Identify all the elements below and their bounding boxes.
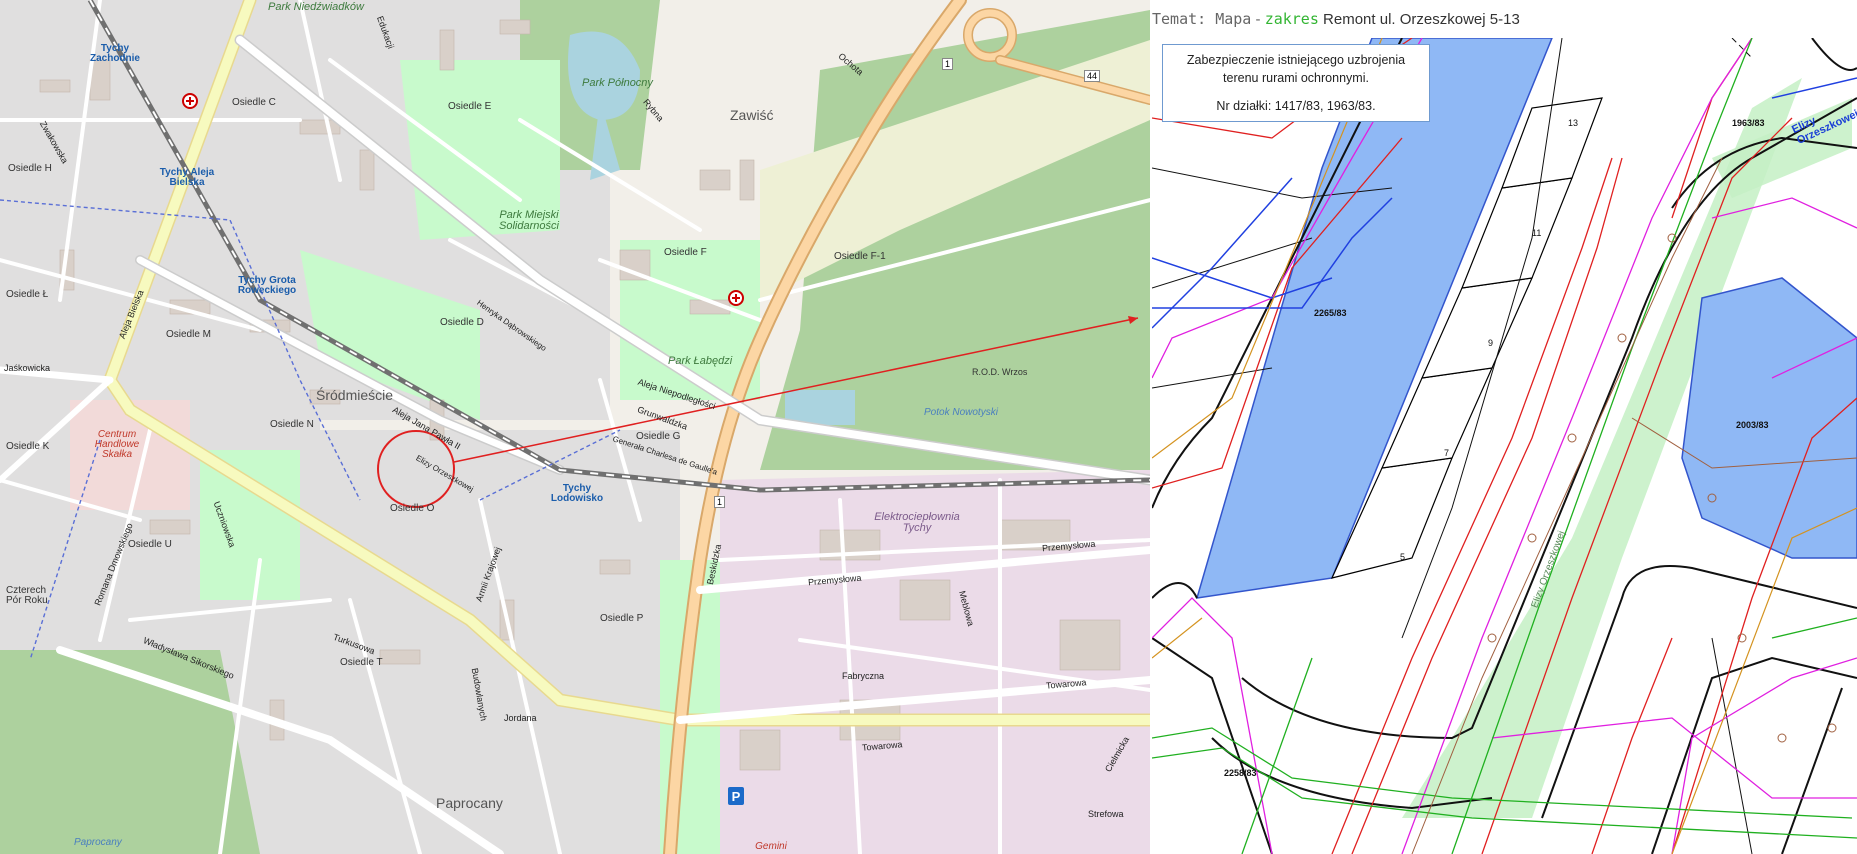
plan-separator: - [1251, 11, 1265, 28]
plan-topic: Temat: Mapa [1152, 10, 1252, 28]
poi-label-rod[interactable]: R.O.D. Wrzos [972, 368, 1027, 377]
map-canvas: P [0, 0, 1150, 854]
park-label-polnocny[interactable]: Park Północny [582, 78, 653, 89]
estate-label-d[interactable]: Osiedle D [440, 318, 484, 328]
plan-header: Temat: Mapa - zakres Remont ul. Orzeszko… [1152, 10, 1520, 32]
park-label-niedzwiadkow[interactable]: Park Niedźwiadków [268, 2, 364, 13]
estate-label-p[interactable]: Osiedle P [600, 614, 643, 624]
estate-label-l[interactable]: Osiedle Ł [6, 290, 48, 300]
estate-label-g[interactable]: Osiedle G [636, 432, 680, 442]
utility-plan-panel[interactable]: Temat: Mapa - zakres Remont ul. Orzeszko… [1152, 0, 1857, 854]
plan-info-box: Zabezpieczenie istniejącego uzbrojenia t… [1162, 44, 1430, 123]
estate-label-n[interactable]: Osiedle N [270, 420, 314, 430]
plan-title: Remont ul. Orzeszkowej 5-13 [1318, 11, 1520, 28]
road-label-jaskowicka[interactable]: Jaśkowicka [4, 364, 50, 373]
info-parcels: Nr działki: 1417/83, 1963/83. [1216, 99, 1376, 114]
road-label-strefowa[interactable]: Strefowa [1088, 810, 1124, 819]
parcel-label-1963: 1963/83 [1732, 118, 1765, 128]
road-shield-1a: 1 [942, 58, 954, 70]
estate-label-c[interactable]: Osiedle C [232, 98, 276, 108]
station-label-grota[interactable]: Tychy Grota Roweckiego [232, 276, 302, 296]
building-number-11: 11 [1532, 228, 1542, 238]
city-map[interactable]: P Park Niedźwiadków Park Północny Park M… [0, 0, 1150, 854]
park-label-solidarnosci[interactable]: Park Miejski Solidarności [494, 210, 564, 232]
building-number-7: 7 [1444, 448, 1450, 458]
estate-label-u[interactable]: Osiedle U [128, 540, 172, 550]
road-label-jordana[interactable]: Jordana [504, 714, 537, 723]
estate-label-m[interactable]: Osiedle M [166, 330, 211, 340]
parcel-label-2258: 2258/83 [1224, 768, 1257, 778]
district-label-zawisc[interactable]: Zawiść [730, 108, 774, 122]
station-label-zachodnie[interactable]: Tychy Zachodnie [80, 44, 150, 64]
estate-label-h[interactable]: Osiedle H [8, 164, 52, 174]
district-label-paprocany[interactable]: Paprocany [436, 796, 503, 810]
poi-label-gemini[interactable]: Gemini [736, 842, 806, 852]
estate-label-ff[interactable]: Osiedle F-1 [834, 252, 886, 262]
poi-label-czterech[interactable]: Czterech Pór Roku [6, 586, 52, 606]
poi-label-centrum[interactable]: Centrum Handlowe Skałka [82, 430, 152, 460]
plan-drawing [1152, 38, 1857, 854]
building-number-13: 13 [1568, 118, 1579, 128]
road-shield-44: 44 [1084, 70, 1101, 82]
road-shield-1b: 1 [714, 496, 726, 508]
park-label-labedzi[interactable]: Park Łabędzi [668, 356, 732, 367]
parcel-label-2003: 2003/83 [1736, 420, 1769, 430]
poi-label-elektrocieplownia[interactable]: Elektrociepłownia Tychy [872, 512, 962, 534]
info-description: Zabezpieczenie istniejącego uzbrojenia t… [1186, 53, 1406, 86]
road-label-fabryczna[interactable]: Fabryczna [842, 672, 884, 681]
estate-label-e[interactable]: Osiedle E [448, 102, 491, 112]
station-label-bielska[interactable]: Tychy Aleja Bielska [152, 168, 222, 188]
station-label-lodowisko[interactable]: Tychy Lodowisko [542, 484, 612, 504]
estate-label-t[interactable]: Osiedle T [340, 658, 383, 668]
estate-label-o[interactable]: Osiedle O [390, 504, 434, 514]
district-label-srodmiescie[interactable]: Śródmieście [316, 388, 393, 402]
lake-label-paprocany[interactable]: Paprocany [74, 838, 122, 848]
building-number-5: 5 [1400, 552, 1406, 562]
estate-label-k[interactable]: Osiedle K [6, 442, 49, 452]
plan-scope-label: zakres [1264, 10, 1319, 28]
parcel-label-2265: 2265/83 [1314, 308, 1347, 318]
svg-text:P: P [732, 789, 741, 804]
stream-label-potok[interactable]: Potok Nowotyski [924, 408, 998, 418]
estate-label-f[interactable]: Osiedle F [664, 248, 707, 258]
building-number-9: 9 [1488, 338, 1494, 348]
